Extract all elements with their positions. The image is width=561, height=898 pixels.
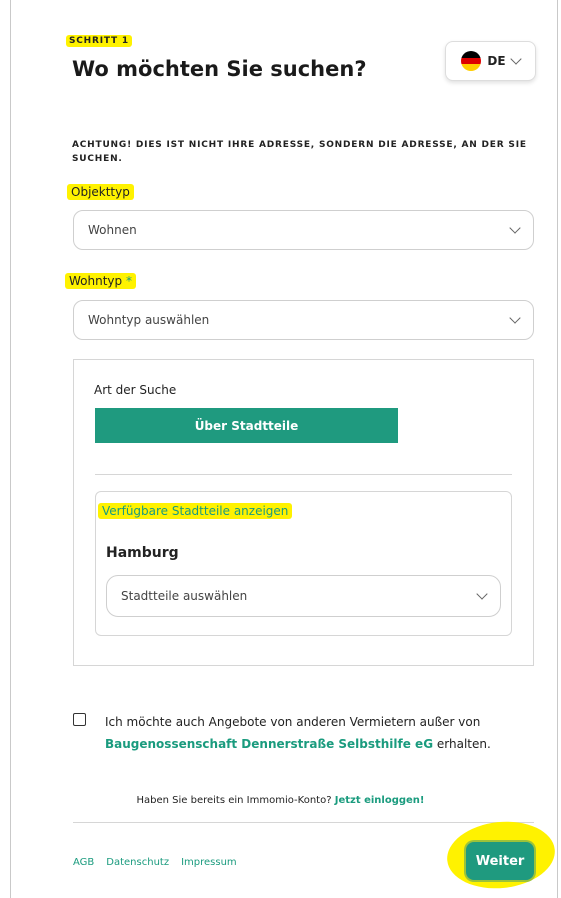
living-type-label-text: Wohntyp — [69, 274, 123, 288]
show-districts-link[interactable]: Verfügbare Stadtteile anzeigen — [98, 503, 293, 519]
chevron-down-icon — [476, 588, 488, 600]
german-flag-icon — [461, 51, 482, 71]
next-button[interactable]: Weiter — [466, 842, 534, 880]
imprint-link[interactable]: Impressum — [181, 857, 237, 868]
address-warning: ACHTUNG! DIES IST NICHT IHRE ADRESSE, SO… — [72, 140, 527, 164]
language-code: DE — [487, 54, 506, 68]
consent-text: Ich möchte auch Angebote von anderen Ver… — [105, 711, 525, 755]
living-type-label: Wohntyp * — [65, 273, 136, 289]
living-type-select[interactable]: Wohntyp auswählen — [73, 300, 534, 340]
districts-select[interactable]: Stadtteile auswählen — [106, 575, 501, 617]
footer-links: AGB Datenschutz Impressum — [73, 857, 237, 868]
left-border — [10, 0, 11, 898]
divider — [95, 474, 512, 475]
footer-divider — [73, 822, 534, 823]
company-name: Baugenossenschaft Dennerstraße Selbsthil… — [105, 737, 434, 751]
page-title: Wo möchten Sie suchen? — [72, 57, 367, 81]
login-prompt-text: Haben Sie bereits ein Immomio-Konto? — [136, 795, 332, 806]
required-marker: * — [125, 274, 132, 288]
step-label: SCHRITT 1 — [66, 35, 132, 47]
right-border — [557, 0, 558, 898]
districts-placeholder: Stadtteile auswählen — [121, 589, 248, 603]
consent-text-before: Ich möchte auch Angebote von anderen Ver… — [105, 715, 481, 729]
districts-search-button[interactable]: Über Stadtteile — [95, 408, 398, 443]
login-prompt: Haben Sie bereits ein Immomio-Konto? Jet… — [0, 795, 561, 806]
privacy-link[interactable]: Datenschutz — [106, 857, 169, 868]
agb-link[interactable]: AGB — [73, 857, 94, 868]
language-selector[interactable]: DE — [445, 41, 536, 81]
chevron-down-icon — [509, 53, 522, 65]
living-type-placeholder: Wohntyp auswählen — [88, 313, 210, 327]
search-type-label: Art der Suche — [94, 383, 177, 397]
consent-text-after: erhalten. — [436, 737, 491, 751]
chevron-down-icon — [509, 222, 521, 234]
chevron-down-icon — [509, 312, 521, 324]
city-heading: Hamburg — [106, 545, 179, 561]
consent-checkbox[interactable] — [73, 713, 86, 726]
login-link[interactable]: Jetzt einloggen! — [335, 795, 425, 806]
object-type-select[interactable]: Wohnen — [73, 210, 534, 250]
object-type-value: Wohnen — [88, 223, 137, 237]
object-type-label: Objekttyp — [67, 184, 134, 200]
